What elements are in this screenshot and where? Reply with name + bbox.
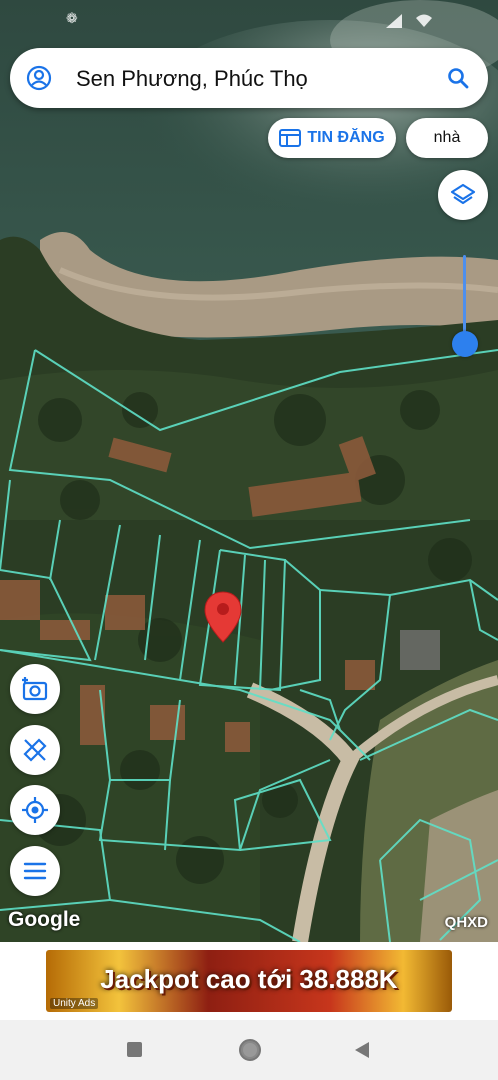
menu-icon: [23, 862, 47, 880]
home-chip-label: nhà: [433, 129, 461, 146]
ad-badge: Unity Ads: [50, 998, 99, 1009]
google-attribution: Google: [8, 908, 81, 931]
account-circle-icon[interactable]: [26, 65, 52, 91]
home-button[interactable]: [238, 1038, 262, 1067]
status-bar: ❁: [0, 0, 498, 38]
ad-area: Jackpot cao tới 38.888K Unity Ads: [0, 942, 498, 1020]
home-circle-icon: [239, 1039, 261, 1061]
notification-icon: ❁: [66, 10, 78, 26]
back-icon: [355, 1042, 369, 1058]
overlay-label: QHXD: [444, 914, 488, 931]
wifi-icon: [416, 14, 432, 27]
recents-icon: [127, 1042, 142, 1057]
location-pin-icon[interactable]: [203, 590, 243, 644]
measure-button[interactable]: [10, 725, 60, 775]
ad-text: Jackpot cao tới 38.888K: [100, 964, 398, 994]
search-query[interactable]: Sen Phương, Phúc Thọ: [76, 66, 308, 92]
ruler-pencil-icon: [23, 738, 47, 762]
listings-chip-label: TIN ĐĂNG: [307, 129, 385, 146]
my-location-icon: [22, 797, 48, 823]
add-photo-button[interactable]: [10, 664, 60, 714]
layers-button[interactable]: [438, 170, 488, 220]
opacity-slider-handle[interactable]: [452, 331, 478, 357]
system-nav-bar: [0, 1020, 498, 1080]
recents-button[interactable]: [127, 1042, 142, 1057]
signal-icon: [386, 14, 402, 28]
home-chip[interactable]: nhà: [406, 118, 488, 158]
listings-chip[interactable]: TIN ĐĂNG: [268, 118, 396, 158]
ad-banner[interactable]: Jackpot cao tới 38.888K Unity Ads: [46, 950, 452, 1012]
my-location-button[interactable]: [10, 785, 60, 835]
listing-icon: [279, 129, 302, 147]
back-button[interactable]: [354, 1041, 370, 1064]
menu-button[interactable]: [10, 846, 60, 896]
search-icon[interactable]: [446, 66, 470, 90]
add-photo-icon: [22, 677, 48, 701]
search-bar[interactable]: Sen Phương, Phúc Thọ: [10, 48, 488, 108]
layers-icon: [450, 183, 476, 205]
